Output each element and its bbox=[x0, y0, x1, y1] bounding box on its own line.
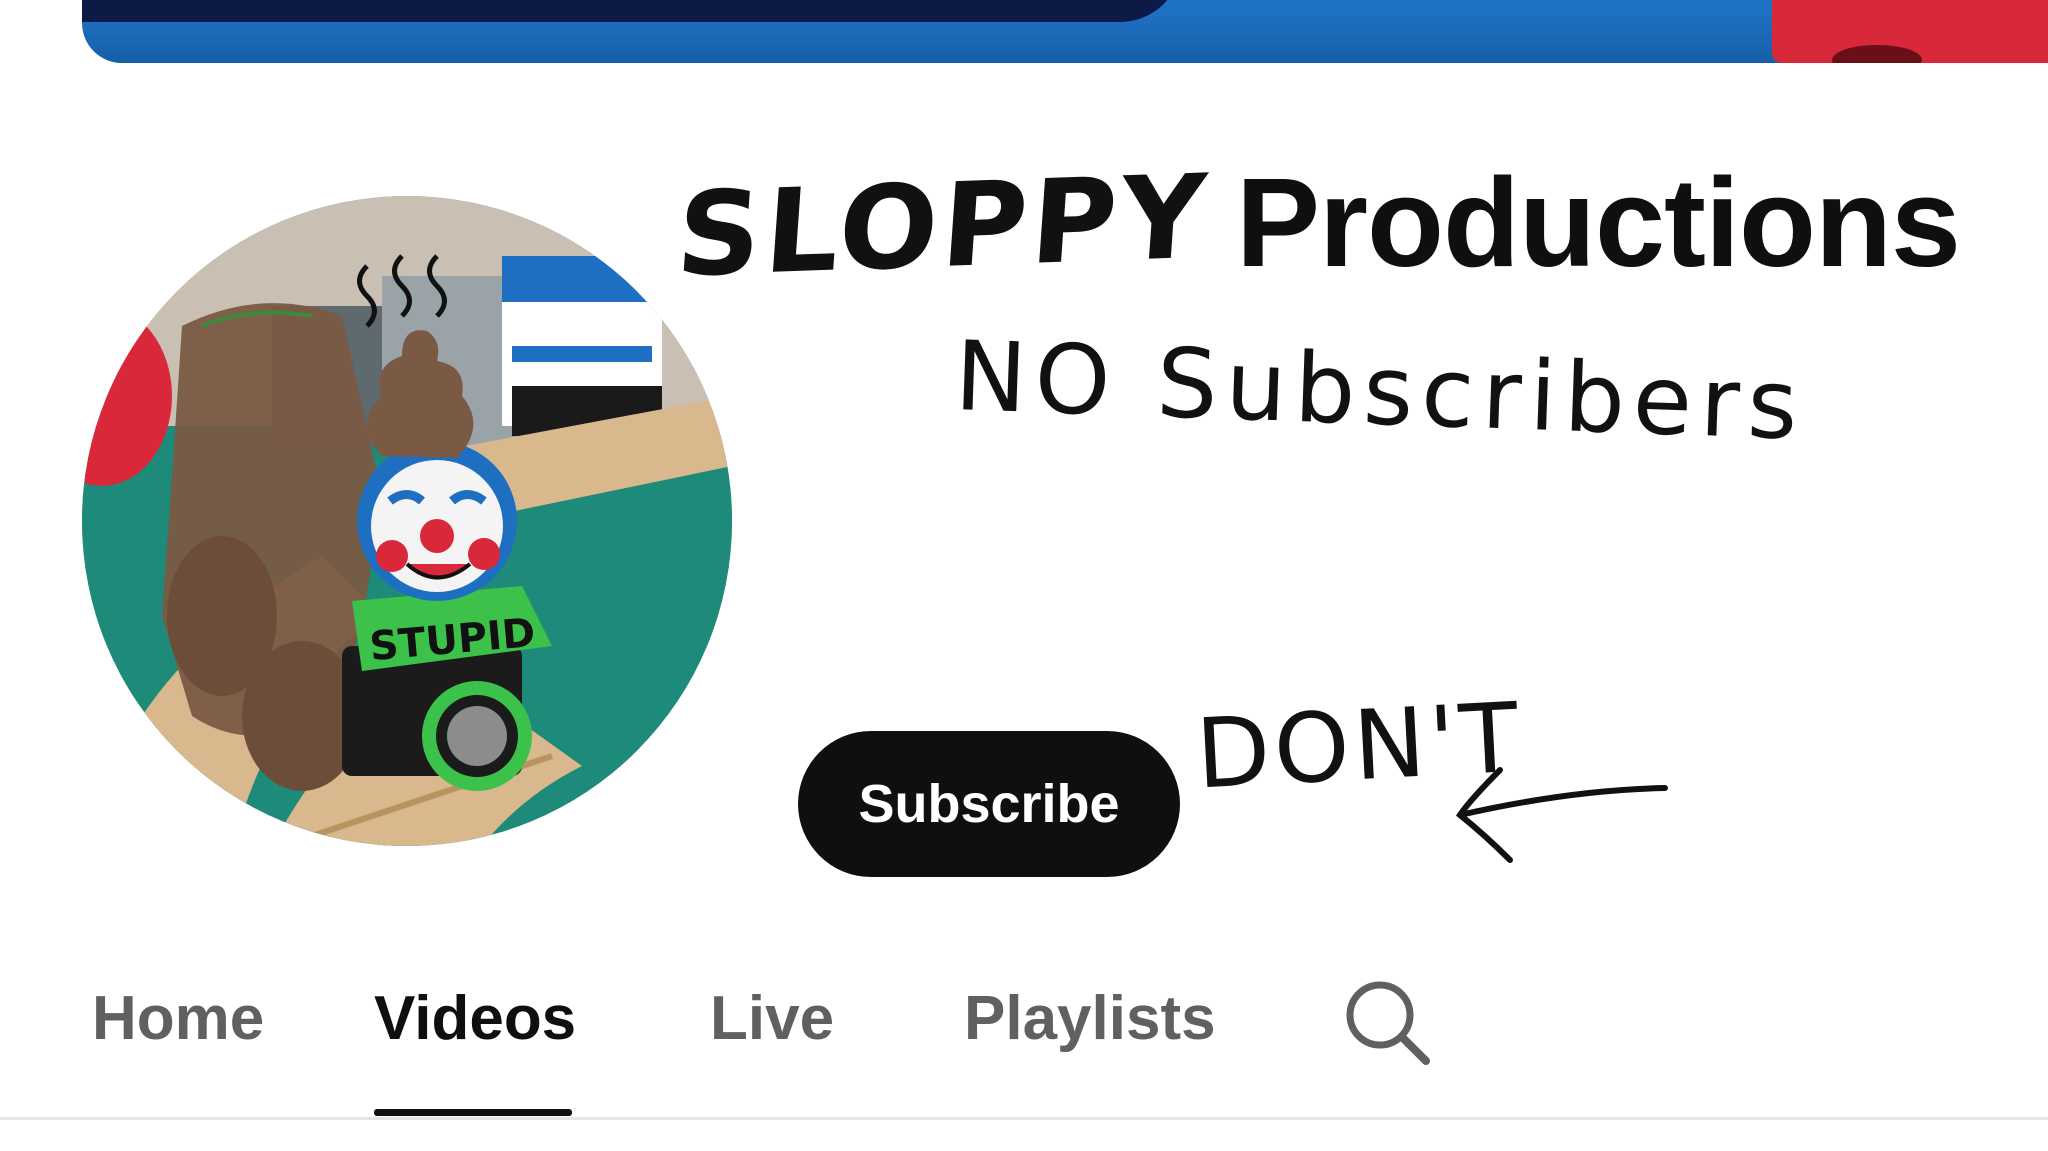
banner-dark-shape bbox=[82, 0, 1182, 22]
channel-tabs: Home Videos Live Playlists bbox=[0, 955, 2048, 1119]
subscribe-button[interactable]: Subscribe bbox=[798, 731, 1180, 877]
active-tab-indicator bbox=[374, 1109, 572, 1116]
tab-playlists[interactable]: Playlists bbox=[964, 983, 1216, 1054]
tab-videos[interactable]: Videos bbox=[374, 983, 576, 1054]
channel-avatar[interactable]: STUPID bbox=[82, 196, 732, 846]
tabs-divider bbox=[0, 1117, 2048, 1120]
arrow-left-icon bbox=[1455, 767, 1668, 863]
search-button[interactable] bbox=[1342, 977, 1432, 1067]
channel-name-handwritten: SLOPPY bbox=[672, 149, 1214, 304]
search-icon bbox=[1346, 981, 1430, 1065]
channel-title: SLOPPY Productions bbox=[672, 150, 1961, 303]
channel-name-typed: Productions bbox=[1235, 152, 1961, 293]
avatar-image: STUPID bbox=[82, 196, 732, 846]
tab-home[interactable]: Home bbox=[92, 983, 264, 1054]
banner-red-block bbox=[1772, 0, 2048, 63]
subscriber-count: NO Subscribers bbox=[953, 320, 1808, 462]
channel-banner bbox=[82, 0, 2048, 63]
tab-live[interactable]: Live bbox=[710, 983, 834, 1054]
